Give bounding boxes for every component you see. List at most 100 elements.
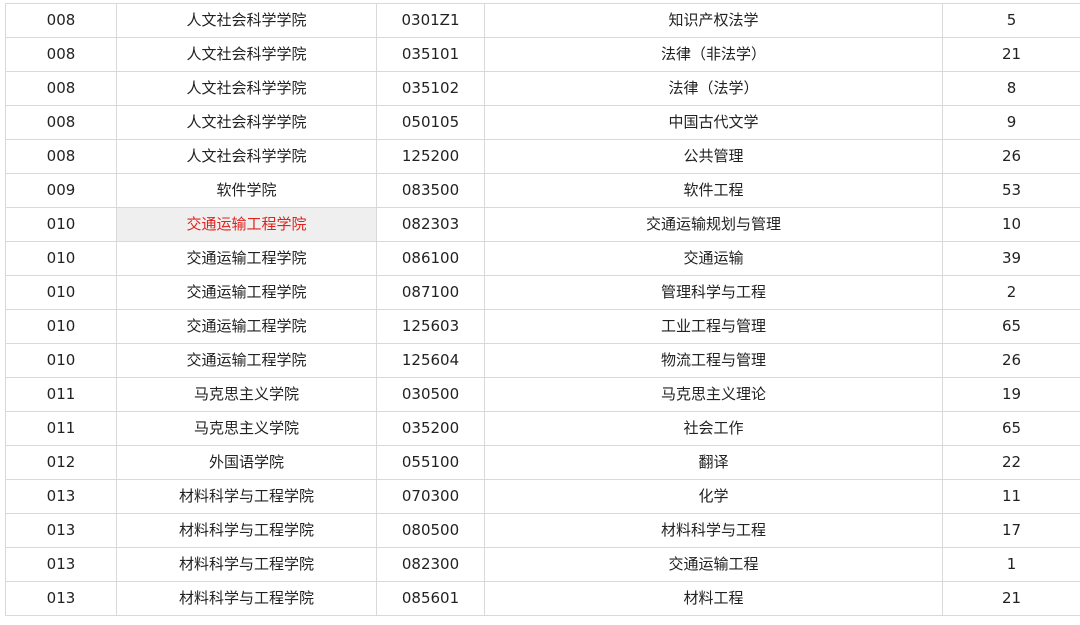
table-row: 013材料科学与工程学院085601材料工程21 xyxy=(6,582,1080,616)
major-cell: 翻译 xyxy=(485,446,943,480)
major-code-cell: 0301Z1 xyxy=(377,4,485,38)
college-cell: 人文社会科学学院 xyxy=(117,72,377,106)
major-code-cell: 083500 xyxy=(377,174,485,208)
count-cell: 5 xyxy=(943,4,1080,38)
major-cell: 公共管理 xyxy=(485,140,943,174)
college-cell: 交通运输工程学院 xyxy=(117,242,377,276)
unit-code-cell: 011 xyxy=(6,378,117,412)
table-row: 013材料科学与工程学院070300化学11 xyxy=(6,480,1080,514)
college-cell: 交通运输工程学院 xyxy=(117,344,377,378)
major-code-cell: 035102 xyxy=(377,72,485,106)
college-cell: 马克思主义学院 xyxy=(117,378,377,412)
unit-code-cell: 010 xyxy=(6,310,117,344)
major-cell: 管理科学与工程 xyxy=(485,276,943,310)
major-code-cell: 125604 xyxy=(377,344,485,378)
major-code-cell: 082303 xyxy=(377,208,485,242)
major-code-cell: 035200 xyxy=(377,412,485,446)
college-cell: 人文社会科学学院 xyxy=(117,4,377,38)
major-code-cell: 082300 xyxy=(377,548,485,582)
college-cell-highlighted: 交通运输工程学院 xyxy=(117,208,377,242)
table-row: 008人文社会科学学院035101法律（非法学）21 xyxy=(6,38,1080,72)
major-code-cell: 085601 xyxy=(377,582,485,616)
college-cell: 交通运输工程学院 xyxy=(117,310,377,344)
major-code-cell: 070300 xyxy=(377,480,485,514)
admissions-table-container: 008人文社会科学学院0301Z1知识产权法学5008人文社会科学学院03510… xyxy=(5,3,1080,625)
major-code-cell: 087100 xyxy=(377,276,485,310)
count-cell: 19 xyxy=(943,378,1080,412)
count-cell: 39 xyxy=(943,242,1080,276)
major-cell: 交通运输规划与管理 xyxy=(485,208,943,242)
major-code-cell: 035101 xyxy=(377,38,485,72)
major-cell: 软件工程 xyxy=(485,174,943,208)
table-row: 008人文社会科学学院035102法律（法学）8 xyxy=(6,72,1080,106)
count-cell: 21 xyxy=(943,38,1080,72)
major-code-cell: 080500 xyxy=(377,514,485,548)
count-cell: 11 xyxy=(943,480,1080,514)
major-cell: 物流工程与管理 xyxy=(485,344,943,378)
major-code-cell: 086100 xyxy=(377,242,485,276)
major-code-cell: 125603 xyxy=(377,310,485,344)
count-cell: 26 xyxy=(943,344,1080,378)
unit-code-cell: 010 xyxy=(6,208,117,242)
table-body: 008人文社会科学学院0301Z1知识产权法学5008人文社会科学学院03510… xyxy=(6,4,1080,616)
count-cell: 22 xyxy=(943,446,1080,480)
count-cell: 65 xyxy=(943,310,1080,344)
table-row: 008人文社会科学学院0301Z1知识产权法学5 xyxy=(6,4,1080,38)
unit-code-cell: 013 xyxy=(6,514,117,548)
major-cell: 交通运输工程 xyxy=(485,548,943,582)
table-row: 009软件学院083500软件工程53 xyxy=(6,174,1080,208)
college-cell: 材料科学与工程学院 xyxy=(117,548,377,582)
college-cell: 马克思主义学院 xyxy=(117,412,377,446)
count-cell: 65 xyxy=(943,412,1080,446)
table-row: 010交通运输工程学院087100管理科学与工程2 xyxy=(6,276,1080,310)
college-cell: 人文社会科学学院 xyxy=(117,140,377,174)
table-row: 013材料科学与工程学院080500材料科学与工程17 xyxy=(6,514,1080,548)
major-cell: 知识产权法学 xyxy=(485,4,943,38)
major-cell: 法律（非法学） xyxy=(485,38,943,72)
count-cell: 10 xyxy=(943,208,1080,242)
unit-code-cell: 008 xyxy=(6,38,117,72)
count-cell: 53 xyxy=(943,174,1080,208)
count-cell: 17 xyxy=(943,514,1080,548)
college-cell: 软件学院 xyxy=(117,174,377,208)
major-code-cell: 055100 xyxy=(377,446,485,480)
major-code-cell: 125200 xyxy=(377,140,485,174)
table-row: 008人文社会科学学院125200公共管理26 xyxy=(6,140,1080,174)
unit-code-cell: 008 xyxy=(6,72,117,106)
table-row: 010交通运输工程学院125603工业工程与管理65 xyxy=(6,310,1080,344)
major-cell: 法律（法学） xyxy=(485,72,943,106)
college-cell: 材料科学与工程学院 xyxy=(117,480,377,514)
count-cell: 2 xyxy=(943,276,1080,310)
table-row: 011马克思主义学院035200社会工作65 xyxy=(6,412,1080,446)
unit-code-cell: 010 xyxy=(6,276,117,310)
college-cell: 材料科学与工程学院 xyxy=(117,582,377,616)
unit-code-cell: 010 xyxy=(6,344,117,378)
college-cell: 交通运输工程学院 xyxy=(117,276,377,310)
major-cell: 交通运输 xyxy=(485,242,943,276)
major-cell: 马克思主义理论 xyxy=(485,378,943,412)
count-cell: 9 xyxy=(943,106,1080,140)
count-cell: 8 xyxy=(943,72,1080,106)
major-cell: 化学 xyxy=(485,480,943,514)
college-cell: 人文社会科学学院 xyxy=(117,106,377,140)
unit-code-cell: 008 xyxy=(6,140,117,174)
table-row: 011马克思主义学院030500马克思主义理论19 xyxy=(6,378,1080,412)
count-cell: 1 xyxy=(943,548,1080,582)
unit-code-cell: 011 xyxy=(6,412,117,446)
college-cell: 外国语学院 xyxy=(117,446,377,480)
major-cell: 社会工作 xyxy=(485,412,943,446)
major-cell: 材料工程 xyxy=(485,582,943,616)
table-row: 010交通运输工程学院082303交通运输规划与管理10 xyxy=(6,208,1080,242)
major-code-cell: 030500 xyxy=(377,378,485,412)
college-cell: 材料科学与工程学院 xyxy=(117,514,377,548)
unit-code-cell: 010 xyxy=(6,242,117,276)
admissions-table: 008人文社会科学学院0301Z1知识产权法学5008人文社会科学学院03510… xyxy=(5,3,1080,616)
table-row: 013材料科学与工程学院082300交通运输工程1 xyxy=(6,548,1080,582)
major-cell: 材料科学与工程 xyxy=(485,514,943,548)
unit-code-cell: 013 xyxy=(6,548,117,582)
unit-code-cell: 008 xyxy=(6,4,117,38)
unit-code-cell: 012 xyxy=(6,446,117,480)
count-cell: 26 xyxy=(943,140,1080,174)
major-cell: 工业工程与管理 xyxy=(485,310,943,344)
table-row: 008人文社会科学学院050105中国古代文学9 xyxy=(6,106,1080,140)
